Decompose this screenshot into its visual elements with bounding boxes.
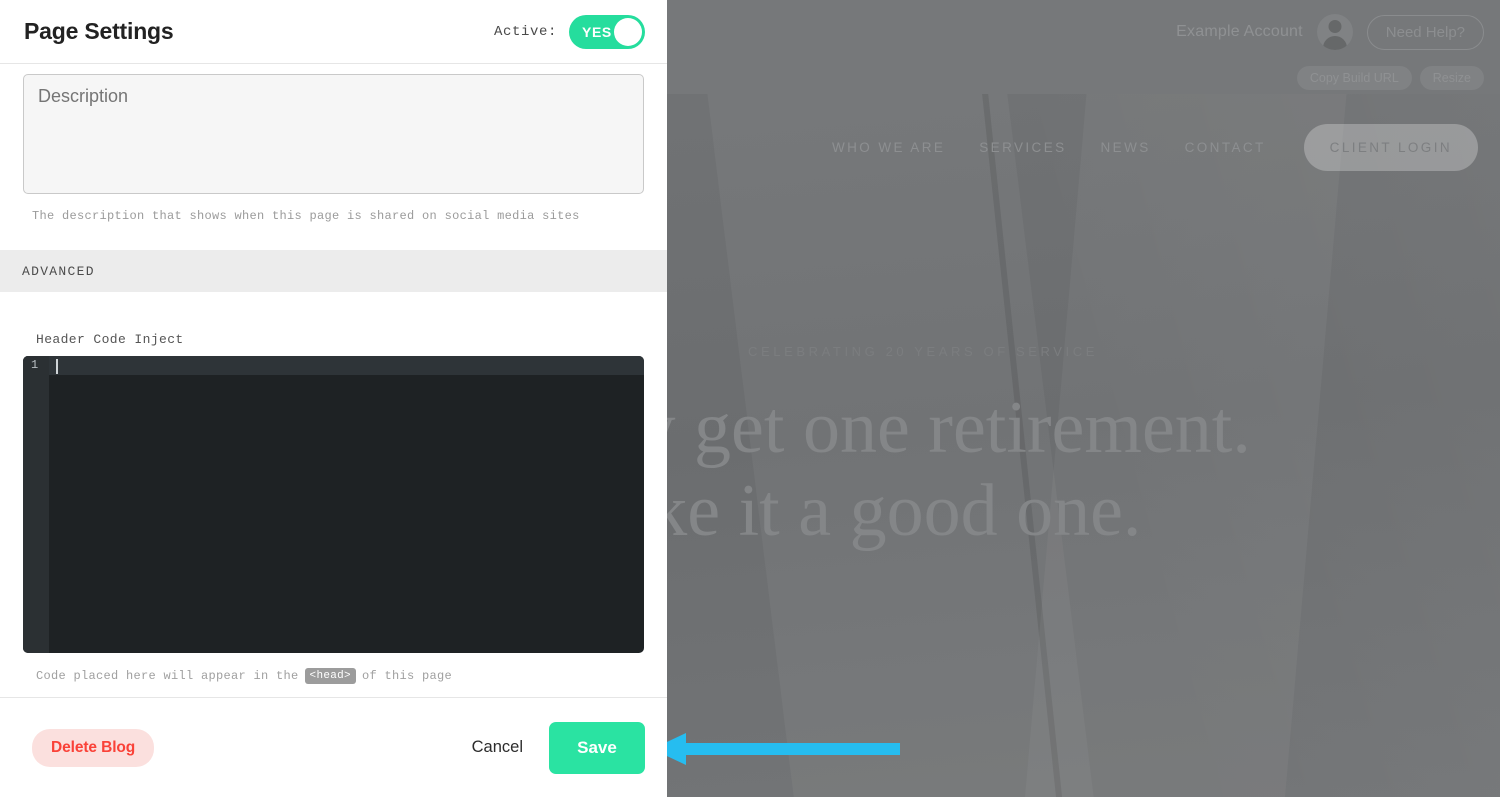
header-code-inject-block: Header Code Inject 1 Code placed here wi… — [0, 292, 667, 684]
cancel-button[interactable]: Cancel — [468, 732, 527, 763]
account-name: Example Account — [1176, 23, 1303, 40]
active-toggle[interactable]: YES — [569, 14, 645, 49]
editor-text-caret — [56, 359, 58, 374]
need-help-button[interactable]: Need Help? — [1366, 14, 1484, 50]
hero-headline-line-1: only get one retirement. — [544, 387, 1251, 469]
editor-gutter — [23, 356, 49, 653]
header-code-inject-editor[interactable]: 1 — [23, 356, 644, 653]
left-arrow-annotation-icon — [652, 733, 900, 765]
hero-eyebrow: CELEBRATING 20 YEARS OF SERVICE — [748, 344, 1099, 359]
header-code-inject-hint: Code placed here will appear in the <hea… — [23, 668, 645, 684]
active-toggle-knob — [614, 17, 642, 46]
panel-body: The description that shows when this pag… — [0, 64, 667, 697]
nav-link-who-we-are[interactable]: WHO WE ARE — [832, 140, 945, 155]
code-hint-text-after: of this page — [361, 669, 452, 683]
copy-build-url-button[interactable]: Copy Build URL — [1296, 66, 1412, 90]
code-hint-badge: <head> — [304, 668, 356, 684]
nav-link-services[interactable]: SERVICES — [979, 140, 1066, 155]
resize-button[interactable]: Resize — [1419, 66, 1484, 90]
panel-footer: Delete Blog Cancel Save — [0, 697, 667, 797]
screen: WHO WE ARE SERVICES NEWS CONTACT CLIENT … — [0, 0, 1500, 797]
code-hint-text-before: Code placed here will appear in the — [36, 669, 299, 683]
advanced-section-header: ADVANCED — [0, 250, 667, 292]
panel-header: Page Settings Active: YES — [0, 0, 667, 64]
description-field-block: The description that shows when this pag… — [0, 64, 667, 223]
nav-link-contact[interactable]: CONTACT — [1185, 140, 1266, 155]
page-settings-panel: Page Settings Active: YES The descriptio… — [0, 0, 667, 797]
footer-actions: Cancel Save — [468, 721, 645, 774]
build-actions-row: Copy Build URL Resize — [1296, 66, 1484, 90]
page-title: Page Settings — [24, 18, 174, 44]
active-toggle-group: Active: YES — [493, 14, 645, 49]
delete-blog-button[interactable]: Delete Blog — [32, 728, 155, 767]
description-input[interactable] — [23, 74, 644, 194]
header-code-inject-label: Header Code Inject — [36, 332, 184, 347]
nav-link-news[interactable]: NEWS — [1101, 140, 1151, 155]
client-login-button[interactable]: CLIENT LOGIN — [1303, 124, 1478, 171]
user-avatar-icon[interactable] — [1316, 14, 1353, 50]
description-hint: The description that shows when this pag… — [32, 209, 580, 223]
editor-active-line-highlight — [23, 356, 644, 375]
active-toggle-value: YES — [582, 23, 612, 40]
advanced-section-label: ADVANCED — [22, 263, 95, 279]
account-row: Example Account Need Help? — [1176, 14, 1484, 50]
editor-line-number: 1 — [31, 358, 39, 372]
active-label: Active: — [493, 23, 557, 40]
save-button[interactable]: Save — [549, 721, 645, 774]
